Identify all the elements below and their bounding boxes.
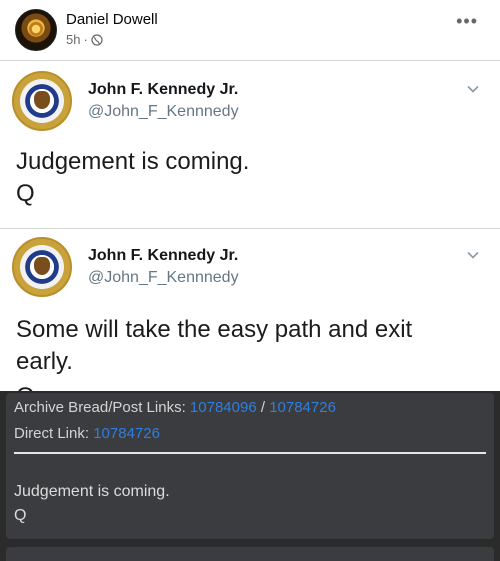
board-next-card	[6, 547, 494, 561]
post-header: Daniel Dowell 5h · •••	[0, 0, 500, 60]
divider	[14, 452, 486, 454]
archive-links-label: Archive Bread/Post Links:	[14, 399, 186, 416]
board-message-line: Q	[14, 507, 27, 524]
archive-links-line: Archive Bread/Post Links: 10784096 / 107…	[14, 399, 336, 416]
tweet-text-line: Judgement is coming.	[16, 148, 250, 175]
tweet-author-name: John F. Kennedy Jr.	[88, 247, 239, 264]
board-message-line: Judgement is coming.	[14, 483, 170, 500]
tweet-author-handle: @John_F_Kennnedy	[88, 103, 239, 120]
post-author-name[interactable]: Daniel Dowell	[66, 11, 158, 28]
tweet-card: John F. Kennedy Jr. @John_F_Kennnedy Som…	[0, 228, 500, 391]
tweet-text-line: Some will take the easy path and exit	[16, 316, 413, 343]
presidential-seal-avatar	[12, 71, 72, 131]
chevron-down-icon[interactable]	[466, 82, 480, 96]
more-options-icon[interactable]: •••	[456, 12, 478, 30]
tweet-text-line: early.	[16, 348, 73, 375]
tweet-card: John F. Kennedy Jr. @John_F_Kennnedy Jud…	[0, 60, 500, 228]
globe-icon	[91, 33, 103, 46]
archive-link[interactable]: 10784096	[190, 399, 257, 416]
direct-link[interactable]: 10784726	[93, 425, 160, 442]
board-post-card: Archive Bread/Post Links: 10784096 / 107…	[6, 393, 494, 539]
presidential-seal-avatar	[12, 237, 72, 297]
archive-link-separator: /	[260, 399, 266, 416]
direct-link-label: Direct Link:	[14, 425, 90, 442]
tweet-author-name: John F. Kennedy Jr.	[88, 81, 239, 98]
tweet-text-cut-line: Q	[16, 381, 35, 391]
archive-link[interactable]: 10784726	[269, 399, 336, 416]
post-meta: 5h ·	[66, 32, 103, 47]
tweet-text: Judgement is coming. Q	[16, 146, 486, 210]
direct-link-line: Direct Link: 10784726	[14, 425, 160, 442]
chevron-down-icon[interactable]	[466, 248, 480, 262]
tweet-text-line: Q	[16, 180, 35, 207]
tweet-text: Some will take the easy path and exit ea…	[16, 314, 486, 378]
board-panel: Archive Bread/Post Links: 10784096 / 107…	[0, 391, 500, 561]
board-message: Judgement is coming. Q	[14, 480, 170, 528]
avatar[interactable]	[15, 9, 57, 51]
post-time[interactable]: 5h	[66, 32, 80, 47]
tweet-author-handle: @John_F_Kennnedy	[88, 269, 239, 286]
meta-separator: ·	[83, 32, 88, 47]
